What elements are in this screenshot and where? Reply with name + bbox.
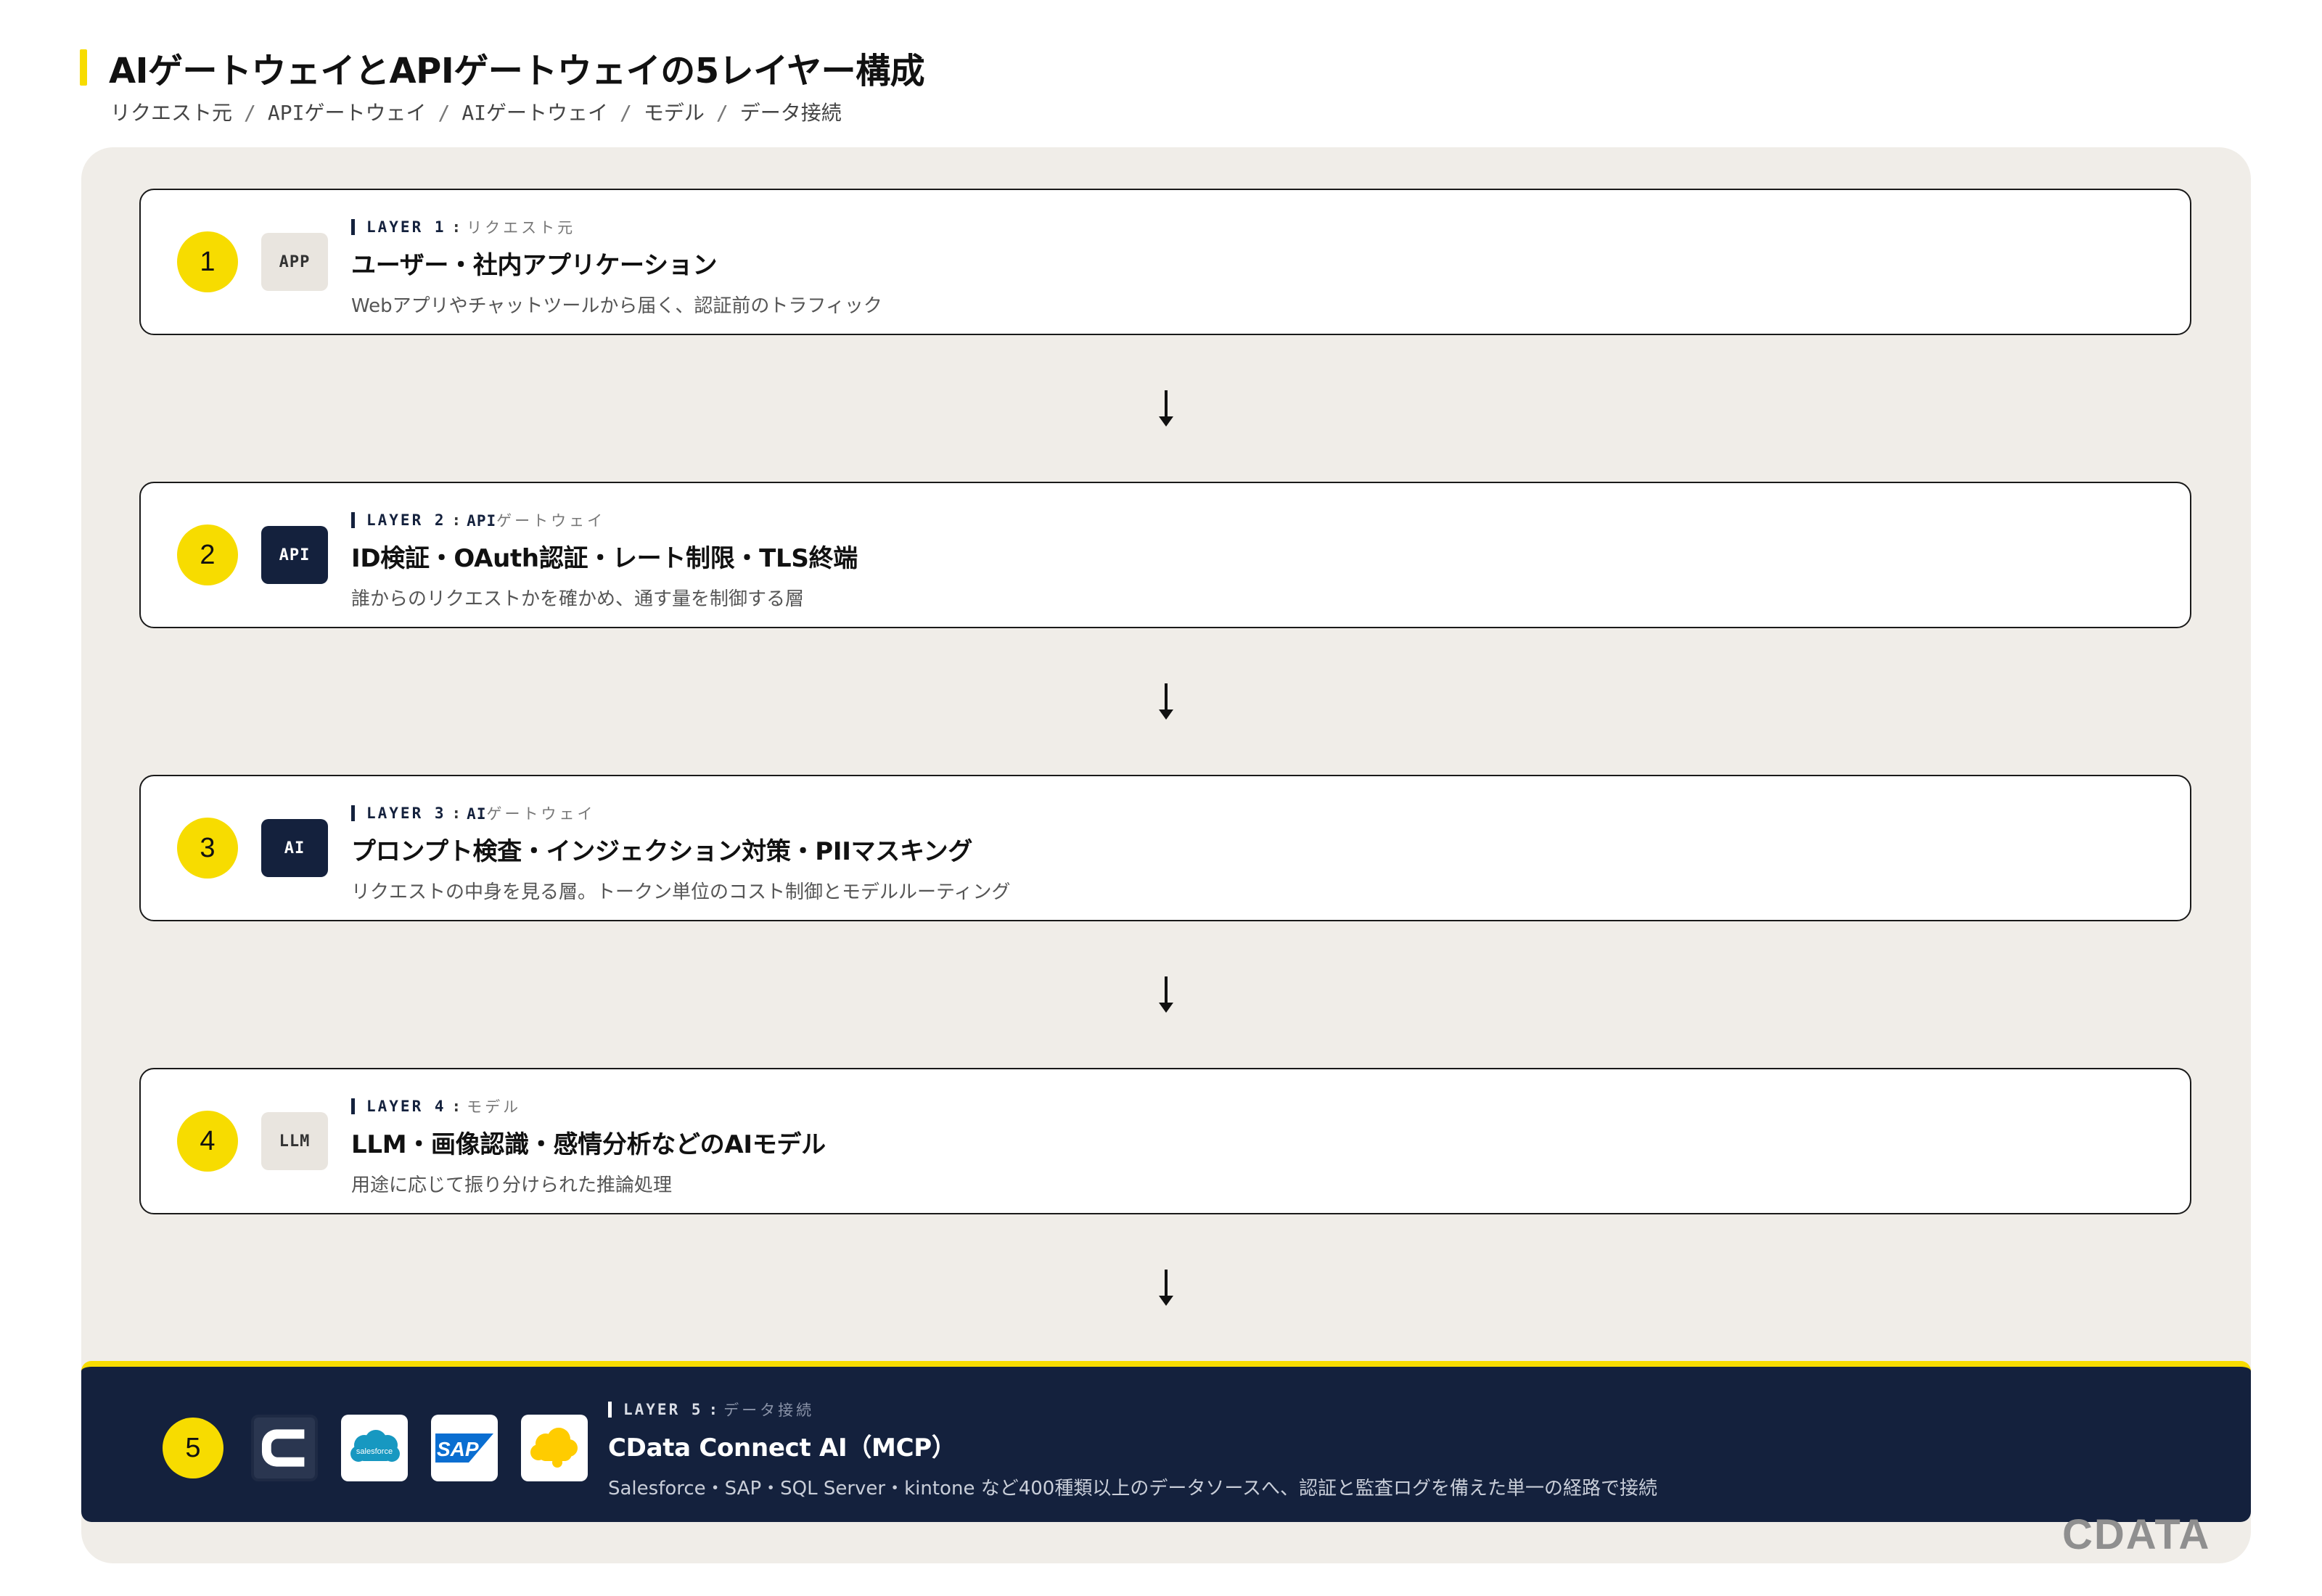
api-icon: API — [261, 526, 328, 584]
layer-title: プロンプト検査・インジェクション対策・PIIマスキング — [351, 837, 973, 866]
layer-name: モデル — [467, 1095, 521, 1117]
layer-description: リクエストの中身を見る層。トークン単位のコスト制御とモデルルーティング — [351, 881, 1011, 903]
layer-text: LAYER 1 : リクエスト元 ユーザー・社内アプリケーション Webアプリや… — [351, 216, 2161, 318]
layer-name-text: ゲートウェイ — [496, 512, 606, 530]
label-colon: : — [451, 218, 461, 236]
layer-name-text: リクエスト元 — [467, 219, 576, 236]
breadcrumb-item-model: モデル — [643, 101, 705, 125]
down-arrow-icon — [1159, 683, 1173, 720]
kintone-cloud-shape — [530, 1428, 578, 1468]
layer-name-text: ゲートウェイ — [486, 805, 596, 823]
label-tick — [351, 219, 355, 235]
label-tick — [351, 1098, 355, 1114]
layer-name: リクエスト元 — [467, 216, 575, 238]
label-tick — [608, 1402, 612, 1418]
layer-label-line: LAYER 2 : APIゲートウェイ — [351, 509, 2161, 531]
breadcrumb-separator: / — [715, 101, 729, 125]
layer-card-5: 5 salesforce SAP LAYER 5: データ接続 CData C… — [81, 1361, 2251, 1522]
layer-card-1: 1 APP LAYER 1 : リクエスト元 ユーザー・社内アプリケーション W… — [139, 189, 2191, 335]
cdata-logo-icon — [251, 1415, 318, 1481]
cdata-brand-logo: CDATA — [2062, 1511, 2211, 1558]
layer-label-line: LAYER 5 : データ接続 — [608, 1399, 1657, 1420]
breadcrumb-item-data-connection: データ接続 — [739, 101, 842, 125]
layer-label-line: LAYER 4 : モデル — [351, 1095, 2161, 1117]
label-tick — [351, 805, 355, 821]
layer-number-badge: 2 — [177, 525, 238, 585]
layer-description: 用途に応じて振り分けられた推論処理 — [351, 1175, 673, 1196]
layer-number-badge: 3 — [177, 818, 238, 879]
layer-title: ID検証・OAuth認証・レート制限・TLS終端 — [351, 544, 858, 573]
label-colon: : — [451, 805, 461, 822]
layer-label-line: LAYER 3 : AIゲートウェイ — [351, 802, 2161, 824]
label-colon: : — [451, 511, 461, 529]
layer-name-strong: AI — [467, 805, 487, 823]
layer-name-text: モデル — [467, 1098, 522, 1116]
layer-number-badge: 5 — [163, 1418, 223, 1478]
cdata-logo-shape — [261, 1429, 305, 1467]
sap-logo-shape: SAP — [435, 1433, 493, 1463]
down-arrow-icon — [1159, 976, 1173, 1013]
layer-description: Webアプリやチャットツールから届く、認証前のトラフィック — [351, 295, 882, 317]
salesforce-logo-icon: salesforce — [341, 1415, 408, 1481]
label-colon: : — [708, 1401, 718, 1418]
layer-text: LAYER 4 : モデル LLM・画像認識・感情分析などのAIモデル 用途に応… — [351, 1095, 2161, 1197]
breadcrumb-item-api-gateway: APIゲートウェイ — [267, 101, 427, 125]
layer-label: LAYER 5 — [623, 1401, 703, 1418]
breadcrumb-separator: / — [620, 101, 632, 125]
layer-name: AIゲートウェイ — [467, 802, 595, 824]
layer-text: LAYER 2 : APIゲートウェイ ID検証・OAuth認証・レート制限・T… — [351, 509, 2161, 611]
layer-number-badge: 1 — [177, 231, 238, 292]
down-arrow-icon — [1159, 390, 1173, 427]
app-icon: APP — [261, 233, 328, 291]
layer-number-badge: 4 — [177, 1111, 238, 1172]
page-title: AIゲートウェイとAPIゲートウェイの5レイヤー構成 — [109, 51, 925, 91]
layer-title: CData Connect AI（MCP） — [608, 1433, 956, 1463]
layer-card-4: 4 LLM LAYER 4 : モデル LLM・画像認識・感情分析などのAIモデ… — [139, 1068, 2191, 1214]
down-arrow-icon — [1159, 1270, 1173, 1306]
layer-card-2: 2 API LAYER 2 : APIゲートウェイ ID検証・OAuth認証・レ… — [139, 482, 2191, 628]
layer-text: LAYER 3 : AIゲートウェイ プロンプト検査・インジェクション対策・PI… — [351, 802, 2161, 904]
layer-description: 誰からのリクエストかを確かめ、通す量を制御する層 — [351, 588, 805, 610]
layer-name: データ接続 — [723, 1402, 815, 1419]
layer-title: ユーザー・社内アプリケーション — [351, 251, 718, 280]
sap-logo-icon: SAP — [431, 1415, 498, 1481]
layer-name-strong: API — [467, 512, 497, 530]
breadcrumb: リクエスト元 / APIゲートウェイ / AIゲートウェイ / モデル / データ接続 — [110, 97, 842, 126]
label-colon: : — [451, 1098, 461, 1115]
breadcrumb-item-source: リクエスト元 — [110, 101, 233, 125]
label-tick — [351, 512, 355, 528]
title-accent-bar — [80, 49, 87, 86]
layer-description: Salesforce・SAP・SQL Server・kintone など400種… — [608, 1478, 1658, 1500]
layer-label: LAYER 4 — [366, 1098, 446, 1115]
layer-title: LLM・画像認識・感情分析などのAIモデル — [351, 1130, 826, 1159]
layer-label: LAYER 3 — [366, 805, 446, 822]
layer-name: APIゲートウェイ — [467, 509, 605, 531]
llm-icon: LLM — [261, 1112, 328, 1170]
layer-card-3: 3 AI LAYER 3 : AIゲートウェイ プロンプト検査・インジェクション… — [139, 775, 2191, 921]
sap-logo-text: SAP — [437, 1438, 479, 1460]
layer-label: LAYER 2 — [366, 511, 446, 529]
breadcrumb-separator: / — [438, 101, 451, 125]
ai-icon: AI — [261, 819, 328, 877]
salesforce-logo-text: salesforce — [356, 1447, 393, 1456]
layer-label: LAYER 1 — [366, 218, 446, 236]
layer-label-line: LAYER 1 : リクエスト元 — [351, 216, 2161, 238]
salesforce-cloud-shape: salesforce — [350, 1430, 400, 1462]
layer-text: LAYER 5 : データ接続 CData Connect AI（MCP） Sa… — [608, 1399, 1657, 1500]
breadcrumb-separator: / — [244, 101, 256, 125]
kintone-logo-icon — [521, 1415, 588, 1481]
breadcrumb-item-ai-gateway: AIゲートウェイ — [461, 101, 609, 125]
